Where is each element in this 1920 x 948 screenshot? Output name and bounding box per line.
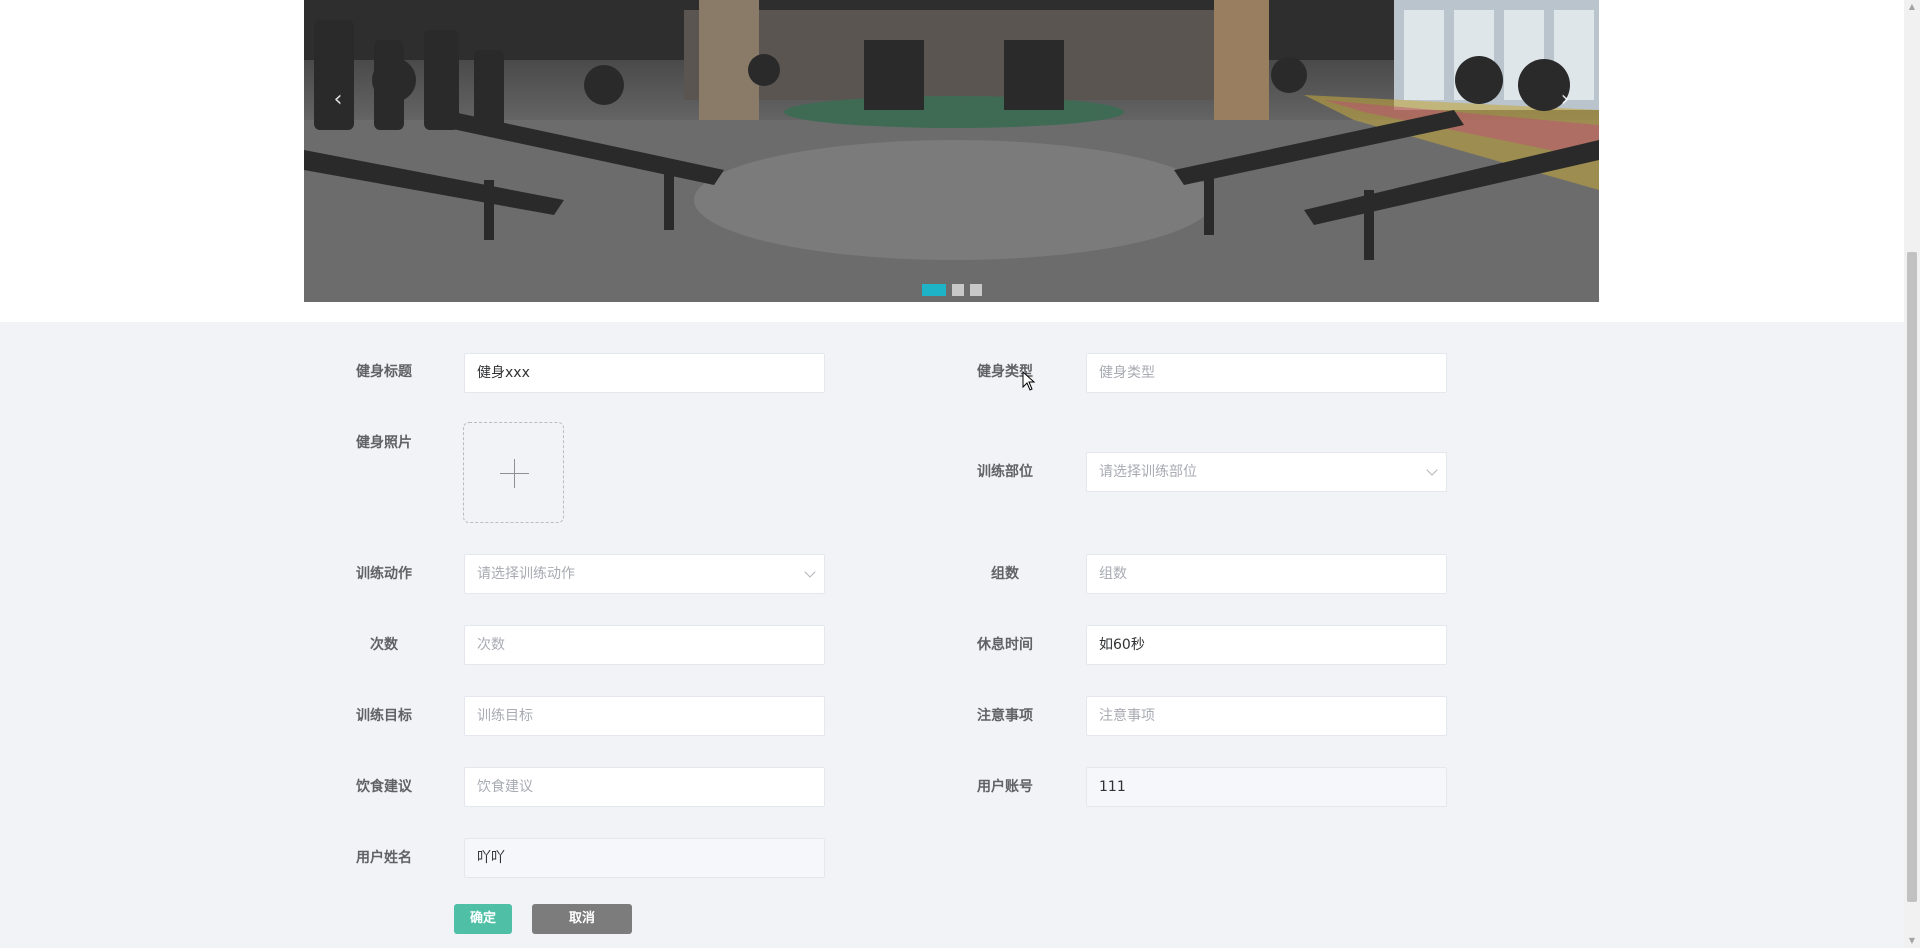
body-part-placeholder: 请选择训练部位 [1099,464,1197,480]
fitness-type-placeholder: 健身类型 [1099,365,1155,381]
carousel[interactable]: ‹ › [304,0,1599,302]
notes-input[interactable]: 注意事项 [1086,696,1447,736]
reps-label: 次数 [370,637,398,653]
mouse-cursor-icon [1022,371,1036,391]
body-part-select[interactable]: 请选择训练部位 [1086,452,1447,492]
fitness-type-input[interactable]: 健身类型 [1086,353,1447,393]
carousel-indicator-2[interactable] [951,284,964,296]
account-value: 111 [1099,779,1126,795]
goal-label: 训练目标 [356,708,412,724]
reps-input[interactable]: 次数 [464,625,825,665]
action-select[interactable]: 请选择训练动作 [464,554,825,594]
user-name-input: 吖吖 [464,838,825,878]
fitness-type-label: 健身类型 [977,364,1033,380]
fitness-title-input[interactable]: 健身xxx [464,353,825,393]
diet-placeholder: 饮食建议 [477,779,533,795]
chevron-down-icon [1426,464,1438,476]
diet-input[interactable]: 饮食建议 [464,767,825,807]
carousel-prev-button[interactable]: ‹ [326,82,350,118]
confirm-button[interactable]: 确定 [454,904,512,934]
fitness-photo-label: 健身照片 [356,435,412,451]
rest-time-label: 休息时间 [977,637,1033,653]
rest-time-value: 如60秒 [1099,637,1145,653]
carousel-next-button[interactable]: › [1553,82,1577,118]
cancel-button[interactable]: 取消 [532,904,632,934]
user-name-label: 用户姓名 [356,850,412,866]
action-placeholder: 请选择训练动作 [477,566,575,582]
account-input: 111 [1086,767,1447,807]
user-name-value: 吖吖 [477,850,505,866]
carousel-indicator-1[interactable] [921,284,946,296]
goal-placeholder: 训练目标 [477,708,533,724]
plus-icon-vertical [514,459,515,488]
fitness-form [0,322,1904,948]
sets-input[interactable]: 组数 [1086,554,1447,594]
page-scrollbar[interactable]: ▲ ▼ [1904,0,1920,948]
scroll-up-icon[interactable]: ▲ [1904,0,1920,14]
body-part-label: 训练部位 [977,464,1033,480]
notes-label: 注意事项 [977,708,1033,724]
goal-input[interactable]: 训练目标 [464,696,825,736]
scrollbar-thumb[interactable] [1907,252,1917,902]
banner-area: ‹ › [0,0,1904,322]
notes-placeholder: 注意事项 [1099,708,1155,724]
reps-placeholder: 次数 [477,637,505,653]
carousel-indicator-3[interactable] [969,284,982,296]
chevron-down-icon [804,566,816,578]
scroll-down-icon[interactable]: ▼ [1904,934,1920,948]
sets-label: 组数 [991,566,1019,582]
account-label: 用户账号 [977,779,1033,795]
rest-time-input[interactable]: 如60秒 [1086,625,1447,665]
gym-photo [304,0,1599,302]
carousel-indicators [304,284,1599,296]
sets-placeholder: 组数 [1099,566,1127,582]
fitness-title-label: 健身标题 [356,364,412,380]
fitness-title-value: 健身xxx [477,365,530,381]
diet-label: 饮食建议 [356,779,412,795]
photo-upload-button[interactable] [463,422,564,523]
action-label: 训练动作 [356,566,412,582]
